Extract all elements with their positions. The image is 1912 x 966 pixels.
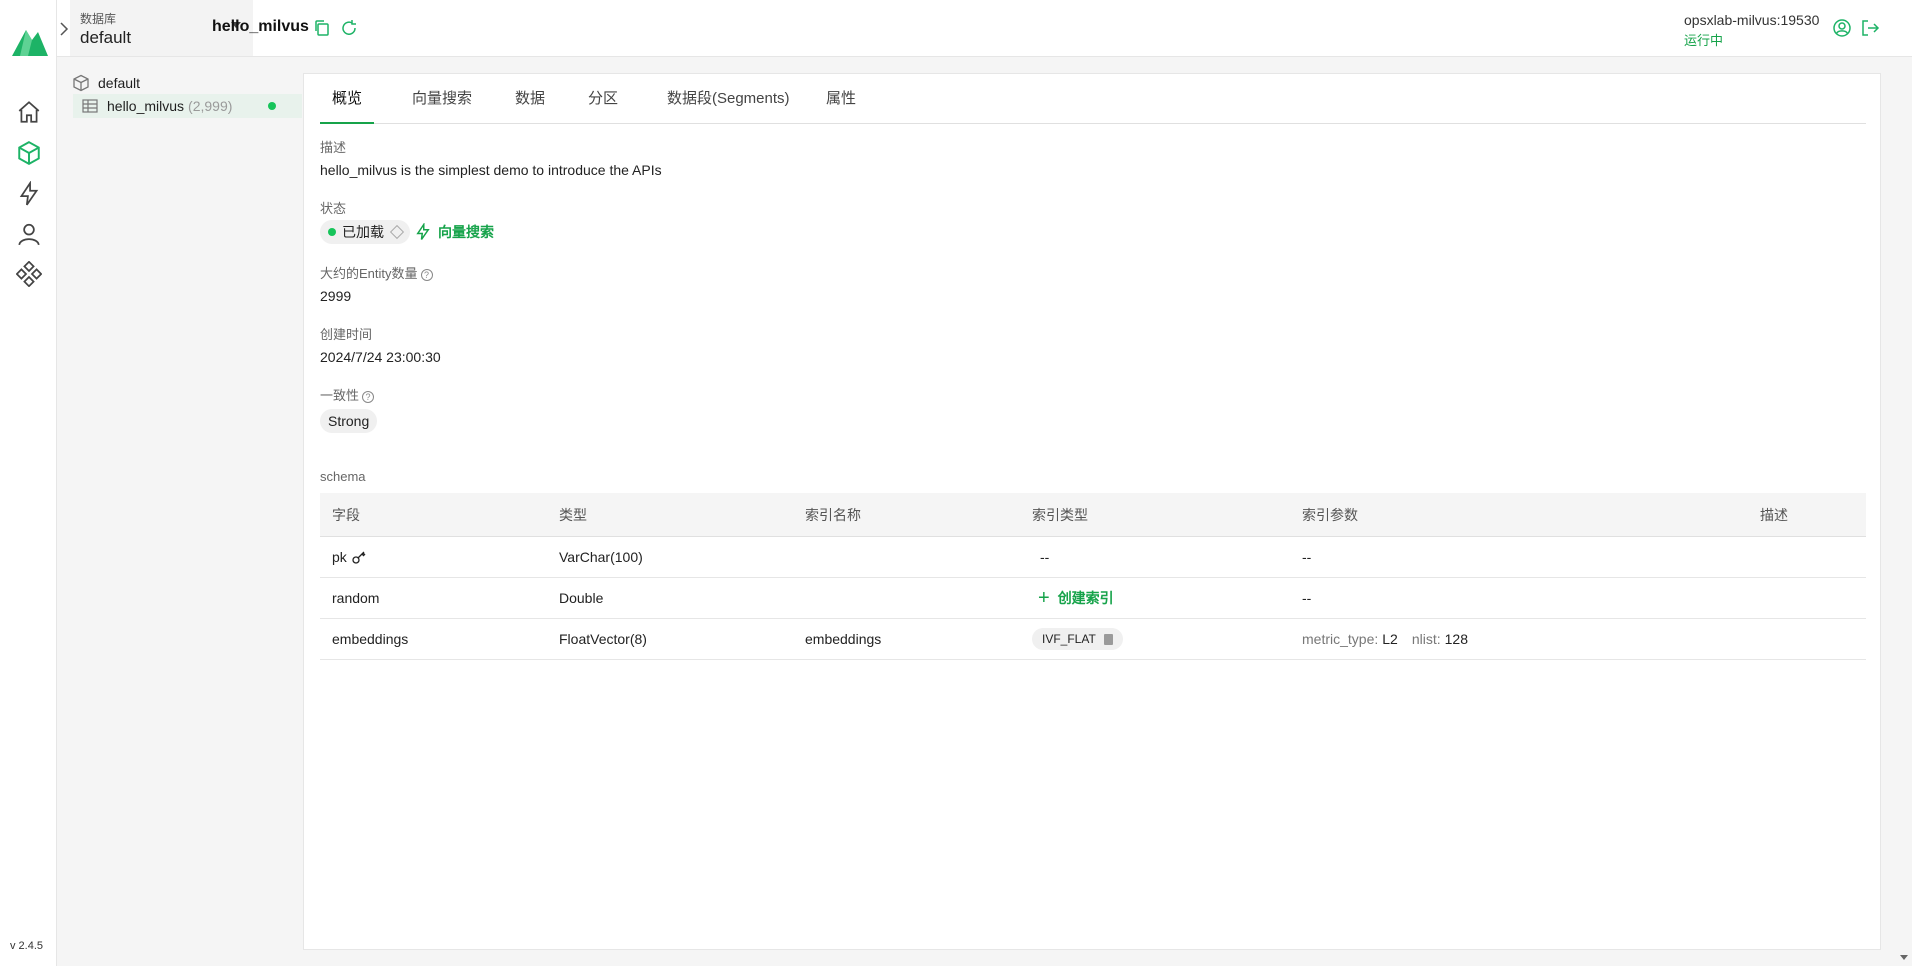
plus-icon: + [1038, 586, 1050, 609]
table-icon [82, 99, 98, 113]
field-name-cell: pk [332, 537, 367, 577]
create-index-button[interactable]: + 创建索引 [1038, 587, 1114, 610]
entity-count-label-text: 大约的Entity数量 [320, 266, 418, 281]
param-key: metric_type: [1302, 631, 1379, 647]
vector-search-link[interactable]: 向量搜索 [414, 222, 494, 242]
field-type: Double [559, 590, 604, 606]
schema-table-header: 字段 类型 索引名称 索引类型 索引参数 描述 [320, 493, 1866, 537]
index-type-badge: IVF_FLAT [1032, 628, 1123, 650]
table-row: random Double + 创建索引 -- [320, 578, 1866, 619]
database-cube-icon [73, 74, 89, 92]
tree-database-label: default [98, 75, 141, 91]
milvus-logo-icon[interactable] [10, 20, 50, 60]
collection-detail-panel: 概览 向量搜索 数据 分区 数据段(Segments) 属性 描述 hello_… [303, 73, 1881, 950]
lightning-icon[interactable] [0, 174, 57, 214]
load-status-chip: 已加载 [320, 220, 410, 244]
field-name: random [332, 590, 380, 606]
column-header-index-name: 索引名称 [805, 506, 861, 523]
tree-database-default[interactable]: default [72, 71, 140, 95]
top-header: 数据库 default hello_milvus opsxlab-milvus:… [57, 0, 1912, 57]
index-params: -- [1302, 590, 1312, 606]
copy-icon[interactable] [312, 18, 332, 38]
table-row: pk VarChar(100) -- -- [320, 537, 1866, 578]
loaded-status-dot [268, 102, 276, 110]
version-label: v 2.4.5 [10, 940, 44, 952]
index-params: -- [1302, 549, 1312, 565]
collection-tree: default hello_milvus (2,999) [57, 57, 303, 966]
nav-rail: v 2.4.5 [0, 0, 57, 966]
entity-count-value: 2999 [320, 288, 352, 304]
param-value: L2 [1382, 631, 1398, 647]
status-label: 状态 [320, 201, 347, 216]
home-icon[interactable] [0, 92, 57, 132]
tree-collection-count: (2,999) [188, 98, 233, 114]
created-time-label: 创建时间 [320, 327, 373, 342]
consistency-value: Strong [328, 413, 370, 429]
tab-properties[interactable]: 属性 [814, 74, 868, 124]
user-icon[interactable] [0, 214, 57, 254]
consistency-chip: Strong [320, 409, 378, 433]
param-value: 128 [1444, 631, 1468, 647]
help-icon[interactable]: ? [362, 390, 375, 403]
database-selector-label: 数据库 [80, 12, 117, 26]
column-header-index-type: 索引类型 [1032, 506, 1088, 523]
create-index-cell: + 创建索引 [1032, 578, 1114, 618]
consistency-label-text: 一致性 [320, 388, 360, 403]
index-type-cell: IVF_FLAT [1032, 619, 1123, 659]
database-selector-value: default [80, 28, 132, 47]
help-icon[interactable]: ? [420, 268, 433, 281]
index-type: IVF_FLAT [1042, 632, 1096, 646]
system-icon[interactable] [0, 254, 57, 294]
tab-bar: 概览 向量搜索 数据 分区 数据段(Segments) 属性 [320, 74, 1866, 124]
column-header-type: 类型 [559, 506, 587, 523]
tree-collection-hello-milvus[interactable]: hello_milvus (2,999) [73, 94, 302, 118]
param-key: nlist: [1411, 631, 1441, 647]
field-type: VarChar(100) [559, 549, 643, 565]
table-row: embeddings FloatVector(8) embeddings IVF… [320, 619, 1866, 660]
scroll-down-arrow-icon[interactable] [1900, 955, 1908, 960]
vector-search-label: 向量搜索 [438, 224, 494, 240]
refresh-icon[interactable] [339, 18, 359, 38]
chevron-right-icon [59, 21, 68, 36]
collection-icon[interactable] [0, 133, 57, 173]
primary-key-icon [352, 551, 366, 564]
release-icon[interactable] [389, 224, 405, 240]
description-label: 描述 [320, 140, 347, 155]
connection-address: opsxlab-milvus:19530 [1684, 12, 1820, 28]
column-header-index-params: 索引参数 [1302, 506, 1358, 523]
column-header-field: 字段 [332, 506, 360, 523]
tab-vector-search[interactable]: 向量搜索 [400, 74, 484, 124]
expand-sidebar-button[interactable] [57, 0, 70, 57]
field-name: pk [332, 549, 347, 565]
created-time-value: 2024/7/24 23:00:30 [320, 349, 441, 365]
index-params-cell: metric_type: L2 nlist: 128 [1302, 619, 1482, 659]
logout-icon[interactable] [1860, 18, 1880, 38]
tab-segments[interactable]: 数据段(Segments) [655, 74, 802, 124]
column-header-description: 描述 [1760, 506, 1788, 523]
tree-collection-label: hello_milvus [107, 98, 185, 114]
loaded-dot-icon [328, 228, 336, 236]
connection-status: 运行中 [1684, 33, 1724, 48]
tab-overview[interactable]: 概览 [320, 74, 375, 124]
tab-data[interactable]: 数据 [503, 74, 557, 124]
index-name: embeddings [805, 631, 882, 647]
index-type: -- [1040, 549, 1050, 565]
entity-count-label: 大约的Entity数量? [320, 263, 433, 282]
description-value: hello_milvus is the simplest demo to int… [320, 162, 662, 178]
schema-table: 字段 类型 索引名称 索引类型 索引参数 描述 pk VarChar(100) … [320, 493, 1866, 660]
tab-partitions[interactable]: 分区 [576, 74, 630, 124]
account-icon[interactable] [1832, 18, 1852, 38]
consistency-label: 一致性? [320, 385, 375, 404]
create-index-label: 创建索引 [1057, 590, 1114, 606]
delete-index-icon[interactable] [1103, 633, 1113, 645]
lightning-icon [416, 223, 430, 240]
load-status-text: 已加载 [342, 224, 384, 240]
field-name: embeddings [332, 631, 409, 647]
collection-title: hello_milvus [212, 18, 309, 35]
schema-label: schema [320, 469, 366, 484]
field-type: FloatVector(8) [559, 631, 647, 647]
connection-info: opsxlab-milvus:19530 运行中 [1684, 12, 1819, 49]
